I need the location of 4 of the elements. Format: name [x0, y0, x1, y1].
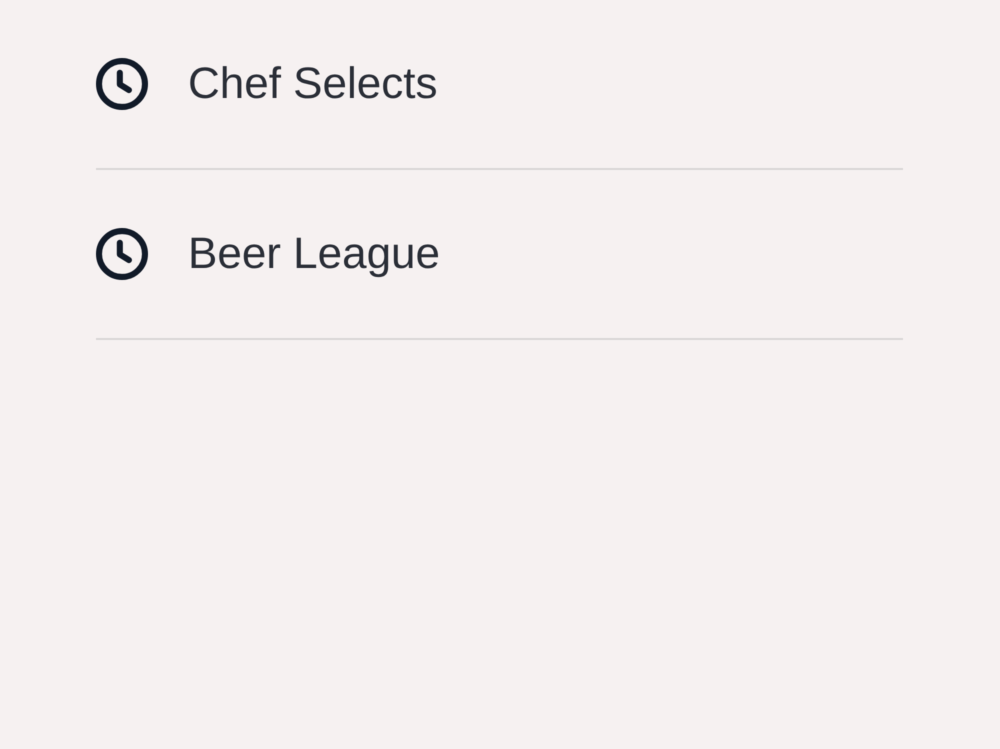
- clock-icon: [96, 58, 148, 110]
- list-item[interactable]: Chef Selects: [96, 0, 903, 170]
- clock-icon: [96, 228, 148, 280]
- list-item[interactable]: Beer League: [96, 170, 903, 340]
